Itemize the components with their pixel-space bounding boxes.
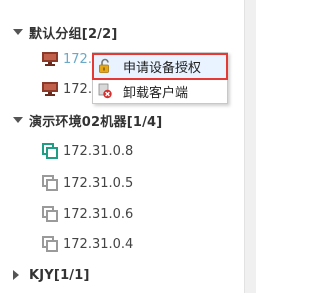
vertical-scrollbar[interactable] (244, 0, 256, 293)
group-demo-env-02[interactable]: 演示环境02机器[1/4] (0, 107, 244, 133)
menu-item-label: 申请设备授权 (123, 61, 202, 76)
tree-node[interactable]: 172.31.0.8 (0, 138, 244, 164)
context-menu: 申请设备授权 卸载客户端 (92, 52, 228, 104)
group-kjy[interactable]: KJY[1/1] (0, 262, 244, 288)
menu-item-request-authorization[interactable]: 申请设备授权 (92, 53, 228, 80)
chevron-right-icon[interactable] (13, 270, 19, 280)
node-label: 172. (63, 51, 92, 67)
monitor-icon (42, 82, 58, 96)
tree-node[interactable]: 172.31.0.5 (0, 170, 244, 196)
menu-item-label: 卸载客户端 (123, 86, 189, 101)
device-tree: 默认分组[2/2] 172. 172.3 演示环境02机器[1/4] 172.3… (0, 0, 244, 293)
node-label: 172.31.0.5 (63, 175, 134, 191)
unlock-icon (99, 58, 109, 73)
network-node-icon (42, 143, 58, 159)
tree-node[interactable]: 172.31.0.6 (0, 201, 244, 227)
group-label: 演示环境02机器[1/4] (29, 114, 163, 130)
chevron-down-icon[interactable] (13, 117, 23, 123)
node-label: 172.31.0.8 (63, 143, 134, 159)
chevron-down-icon[interactable] (13, 29, 23, 35)
menu-item-uninstall-client[interactable]: 卸载客户端 (93, 79, 227, 104)
monitor-icon (42, 52, 58, 66)
node-label: 172.31.0.4 (63, 236, 134, 252)
group-default[interactable]: 默认分组[2/2] (0, 19, 244, 45)
network-node-icon (42, 236, 58, 252)
uninstall-icon (98, 83, 112, 99)
node-label: 172.31.0.6 (63, 206, 134, 222)
group-label: KJY[1/1] (29, 267, 90, 283)
tree-node[interactable]: 172.31.0.4 (0, 231, 244, 257)
network-node-icon (42, 206, 58, 222)
network-node-icon (42, 175, 58, 191)
group-label: 默认分组[2/2] (29, 26, 118, 42)
